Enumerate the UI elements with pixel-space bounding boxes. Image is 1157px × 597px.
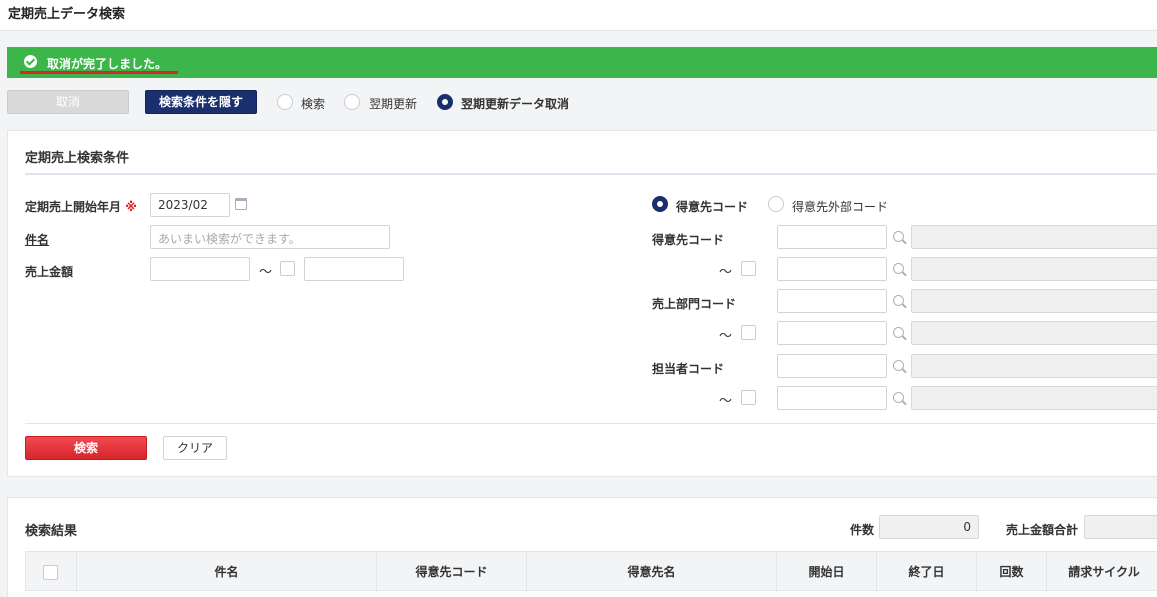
column-header[interactable]: 請求サイクル xyxy=(1046,552,1157,592)
results-title: 検索結果 xyxy=(25,524,78,539)
staff-name-to-display xyxy=(911,386,1157,410)
customer-code-from-input[interactable] xyxy=(777,225,887,249)
sales-dept-name-from-display xyxy=(911,289,1157,313)
search-icon[interactable] xyxy=(893,392,904,403)
search-icon[interactable] xyxy=(893,263,904,274)
search-results-panel: 検索結果 件数 0 売上金額合計 件名 得意先コード 得意先名 開始日 終了日 … xyxy=(7,497,1157,597)
customer-name-to-display xyxy=(911,257,1157,281)
code-type-radio-customer[interactable] xyxy=(652,196,668,212)
mode-radio-search[interactable] xyxy=(277,94,293,110)
section-divider xyxy=(25,173,1157,175)
customer-code-range-checkbox[interactable] xyxy=(741,261,756,276)
sales-dept-code-to-input[interactable] xyxy=(777,321,887,345)
mode-label-renew-cancel: 翌期更新データ取消 xyxy=(461,97,570,111)
alert-message: 取消が完了しました。 xyxy=(47,57,168,71)
staff-code-to-input[interactable] xyxy=(777,386,887,410)
staff-code-from-input[interactable] xyxy=(777,354,887,378)
conditions-title: 定期売上検索条件 xyxy=(25,151,130,166)
sales-dept-name-to-display xyxy=(911,321,1157,345)
search-icon[interactable] xyxy=(893,295,904,306)
amount-range-checkbox[interactable] xyxy=(280,261,295,276)
subject-label: 件名 xyxy=(25,233,50,247)
column-header[interactable]: 開始日 xyxy=(776,552,876,592)
subject-input[interactable]: あいまい検索ができます。 xyxy=(150,225,390,249)
column-header[interactable]: 件名 xyxy=(76,552,376,592)
start-month-label: 定期売上開始年月 ※ xyxy=(25,200,137,214)
count-value: 0 xyxy=(879,515,979,539)
results-table-header: 件名 得意先コード 得意先名 開始日 終了日 回数 請求サイクル xyxy=(25,551,1157,592)
start-month-input[interactable]: 2023/02 xyxy=(150,193,230,217)
customer-code-to-input[interactable] xyxy=(777,257,887,281)
sales-dept-code-label: 売上部門コード xyxy=(652,297,737,311)
alert-underline xyxy=(20,71,178,74)
amount-from-input[interactable] xyxy=(150,257,250,281)
search-icon[interactable] xyxy=(893,231,904,242)
column-header[interactable]: 終了日 xyxy=(876,552,976,592)
staff-code-range-checkbox[interactable] xyxy=(741,390,756,405)
required-mark: ※ xyxy=(125,200,137,214)
search-icon[interactable] xyxy=(893,327,904,338)
search-conditions-panel: 定期売上検索条件 定期売上開始年月 ※ 2023/02 件名 あいまい検索ができ… xyxy=(7,130,1157,477)
customer-code-label: 得意先コード xyxy=(652,233,725,247)
form-divider xyxy=(25,423,1157,424)
customer-name-from-display xyxy=(911,225,1157,249)
total-amount-label: 売上金額合計 xyxy=(1006,523,1079,537)
header-select-cell xyxy=(26,552,76,592)
sales-dept-code-from-input[interactable] xyxy=(777,289,887,313)
page-title: 定期売上データ検索 xyxy=(8,7,126,22)
code-type-radio-external[interactable] xyxy=(768,196,784,212)
code-type-label-external: 得意先外部コード xyxy=(792,200,889,214)
mode-radio-renew[interactable] xyxy=(344,94,360,110)
column-header[interactable]: 得意先コード xyxy=(376,552,526,592)
clear-button[interactable]: クリア xyxy=(163,436,227,460)
column-header[interactable]: 得意先名 xyxy=(526,552,776,592)
range-tilde: ～ xyxy=(719,329,733,344)
range-tilde: ～ xyxy=(719,265,733,280)
column-header[interactable]: 回数 xyxy=(976,552,1046,592)
count-label: 件数 xyxy=(850,523,875,537)
success-alert: 取消が完了しました。 xyxy=(7,47,1157,78)
staff-name-from-display xyxy=(911,354,1157,378)
mode-radio-renew-cancel[interactable] xyxy=(437,94,453,110)
search-icon[interactable] xyxy=(893,360,904,371)
range-tilde: ～ xyxy=(259,265,273,280)
sales-dept-range-checkbox[interactable] xyxy=(741,325,756,340)
search-button[interactable]: 検索 xyxy=(25,436,147,460)
calendar-icon[interactable] xyxy=(235,198,247,210)
amount-to-input[interactable] xyxy=(304,257,404,281)
check-circle-icon xyxy=(24,55,37,68)
total-amount-value xyxy=(1084,515,1157,539)
select-all-checkbox[interactable] xyxy=(43,565,58,580)
staff-code-label: 担当者コード xyxy=(652,362,725,376)
code-type-label-customer: 得意先コード xyxy=(676,200,749,214)
hide-conditions-button[interactable]: 検索条件を隠す xyxy=(145,90,257,114)
range-tilde: ～ xyxy=(719,394,733,409)
mode-label-search: 検索 xyxy=(301,97,326,111)
amount-label: 売上金額 xyxy=(25,265,74,279)
cancel-button[interactable]: 取消 xyxy=(7,90,129,114)
mode-label-renew: 翌期更新 xyxy=(369,97,418,111)
page-header: 定期売上データ検索 xyxy=(0,0,1157,31)
